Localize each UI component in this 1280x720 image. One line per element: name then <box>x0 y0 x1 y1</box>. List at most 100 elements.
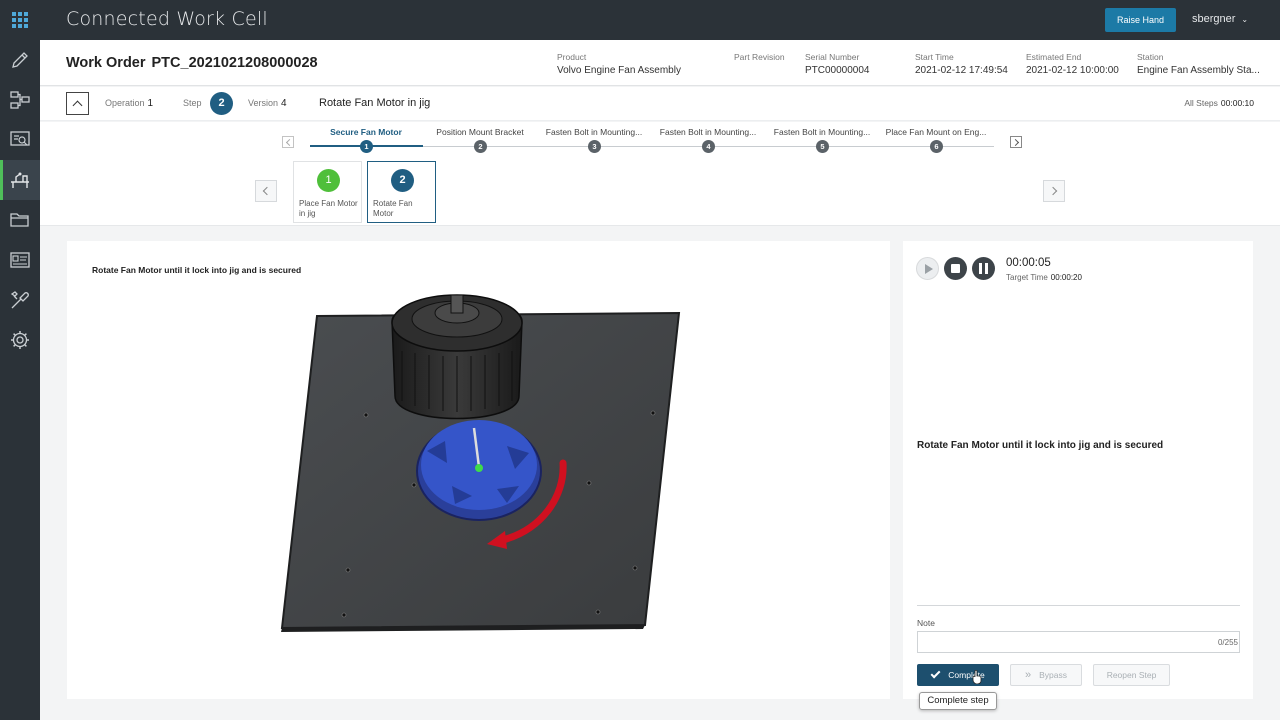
step-card-label: Rotate Fan Motor <box>373 199 413 218</box>
timeline-item-label: Position Mount Bracket <box>436 127 524 137</box>
part-revision-field: Part Revision <box>734 52 785 65</box>
estimated-end-value: 2021-02-12 10:00:00 <box>1026 65 1119 76</box>
stop-button[interactable] <box>944 257 967 280</box>
sidebar-item-process[interactable] <box>0 80 40 120</box>
timeline-item[interactable]: Fasten Bolt in Mounting... 3 <box>537 127 651 153</box>
user-name: sbergner <box>1192 13 1236 25</box>
timeline-item-number: 1 <box>360 140 373 153</box>
sidebar-item-tools[interactable] <box>0 280 40 320</box>
previous-step-button[interactable] <box>255 180 277 202</box>
timeline-item-label: Fasten Bolt in Mounting... <box>659 127 757 137</box>
checkmark-icon <box>930 668 941 679</box>
note-label: Note <box>917 618 935 628</box>
timeline-item[interactable]: Secure Fan Motor 1 <box>309 127 423 153</box>
user-menu[interactable]: sbergner ⌄ <box>1192 13 1248 25</box>
play-button[interactable] <box>916 257 939 280</box>
target-time-label: Target Time <box>1006 273 1048 282</box>
gear-icon <box>11 331 29 349</box>
raise-hand-button[interactable]: Raise Hand <box>1105 8 1176 32</box>
tools-icon <box>10 291 29 309</box>
timeline-item-label: Place Fan Mount on Eng... <box>885 127 987 137</box>
all-steps-time: 00:00:10 <box>1220 98 1254 108</box>
timeline-item-label: Secure Fan Motor <box>330 127 402 137</box>
hand-cursor-icon <box>972 670 982 684</box>
step-number-badge: 2 <box>210 92 233 115</box>
timeline-item[interactable]: Position Mount Bracket 2 <box>423 127 537 153</box>
folder-icon <box>10 213 29 227</box>
station-field: Station Engine Fan Assembly Sta... <box>1137 52 1260 76</box>
pencil-icon <box>12 52 28 68</box>
serial-number-label: Serial Number <box>805 52 860 62</box>
bypass-label: Bypass <box>1039 670 1067 680</box>
current-step-name: Rotate Fan Motor in jig <box>319 97 431 109</box>
note-input[interactable] <box>917 631 1240 653</box>
fan-motor-3d-model[interactable] <box>67 241 890 699</box>
operation-bar: Operation 1 Step 2 Version 4 Rotate Fan Mo… <box>40 87 1280 121</box>
note-character-count: 0/255 <box>1217 638 1238 647</box>
app-title: Connected Work Cell <box>66 8 268 30</box>
target-time: Target Time 00:00:20 <box>1006 273 1082 282</box>
work-order-header: Work Order PTC_2021021208000028 Product V… <box>40 40 1280 86</box>
timeline-item-number: 4 <box>702 140 715 153</box>
product-label: Product <box>557 52 587 62</box>
elapsed-timer: 00:00:05 <box>1006 257 1051 269</box>
timeline-item[interactable]: Place Fan Mount on Eng... 6 <box>879 127 993 153</box>
work-order-title: Work Order PTC_2021021208000028 <box>66 55 318 71</box>
start-time-value: 2021-02-12 17:49:54 <box>915 65 1008 76</box>
station-value: Engine Fan Assembly Sta... <box>1137 65 1260 76</box>
next-step-button[interactable] <box>1043 180 1065 202</box>
complete-step-tooltip: Complete step <box>919 692 997 710</box>
step-card-label: Place Fan Motor in jig <box>299 199 358 218</box>
timeline-item[interactable]: Fasten Bolt in Mounting... 4 <box>651 127 765 153</box>
monitor-search-icon <box>10 131 30 146</box>
work-order-id: PTC_2021021208000028 <box>151 55 318 71</box>
app-launcher-icon[interactable] <box>12 12 28 28</box>
collapse-button[interactable] <box>66 92 89 115</box>
reopen-step-button[interactable]: Reopen Step <box>1093 664 1170 686</box>
id-card-icon <box>10 252 30 268</box>
timeline-item-number: 2 <box>474 140 487 153</box>
product-field: Product Volvo Engine Fan Assembly <box>557 52 681 76</box>
pause-button[interactable] <box>972 257 995 280</box>
step-card-current[interactable]: 2 Rotate Fan Motor <box>367 161 436 223</box>
estimated-end-label: Estimated End <box>1026 52 1082 62</box>
sidebar-item-workstation[interactable] <box>0 160 40 200</box>
divider <box>917 605 1240 606</box>
timeline-item-label: Fasten Bolt in Mounting... <box>773 127 871 137</box>
serial-number-field: Serial Number PTC00000004 <box>805 52 870 76</box>
model-viewer[interactable]: Rotate Fan Motor until it lock into jig … <box>67 241 890 699</box>
work-order-label: Work Order <box>66 55 146 71</box>
all-steps-timer: All Steps 00:00:10 <box>1184 98 1254 108</box>
bypass-button[interactable]: » Bypass <box>1010 664 1082 686</box>
timeline-item-number: 3 <box>588 140 601 153</box>
chevron-down-icon: ⌄ <box>1241 15 1249 24</box>
step-card[interactable]: 1 Place Fan Motor in jig <box>293 161 362 223</box>
sidebar-item-cards[interactable] <box>0 240 40 280</box>
top-bar: Connected Work Cell Raise Hand sbergner ⌄ <box>0 0 1280 40</box>
timeline-scroll-right-button[interactable] <box>1010 136 1022 148</box>
sidebar-item-files[interactable] <box>0 200 40 240</box>
double-chevron-right-icon: » <box>1025 669 1032 681</box>
step-navigation: Secure Fan Motor 1 Position Mount Bracke… <box>40 122 1280 226</box>
timeline-item[interactable]: Fasten Bolt in Mounting... 5 <box>765 127 879 153</box>
step-label: Step <box>183 98 202 108</box>
workstation-icon <box>11 172 29 188</box>
operation-value: 1 <box>147 98 154 109</box>
sidebar-item-edit[interactable] <box>0 40 40 80</box>
sidebar-item-monitor[interactable] <box>0 120 40 160</box>
timeline-item-label: Fasten Bolt in Mounting... <box>545 127 643 137</box>
timeline-item-number: 6 <box>930 140 943 153</box>
sidebar <box>0 40 40 720</box>
start-time-label: Start Time <box>915 52 954 62</box>
sidebar-item-settings[interactable] <box>0 320 40 360</box>
part-revision-label: Part Revision <box>734 52 785 62</box>
viewer-caption: Rotate Fan Motor until it lock into jig … <box>92 265 302 275</box>
step-detail-panel: 00:00:05 Target Time 00:00:20 Rotate Fan … <box>903 241 1253 699</box>
operation-indicator: Operation 1 <box>105 98 153 109</box>
complete-button[interactable]: Complete <box>917 664 999 686</box>
step-instruction: Rotate Fan Motor until it lock into jig … <box>917 440 1164 451</box>
estimated-end-field: Estimated End 2021-02-12 10:00:00 <box>1026 52 1119 76</box>
timeline-scroll-left-button[interactable] <box>282 136 294 148</box>
version-value: 4 <box>281 98 287 109</box>
process-flow-icon <box>10 91 30 109</box>
